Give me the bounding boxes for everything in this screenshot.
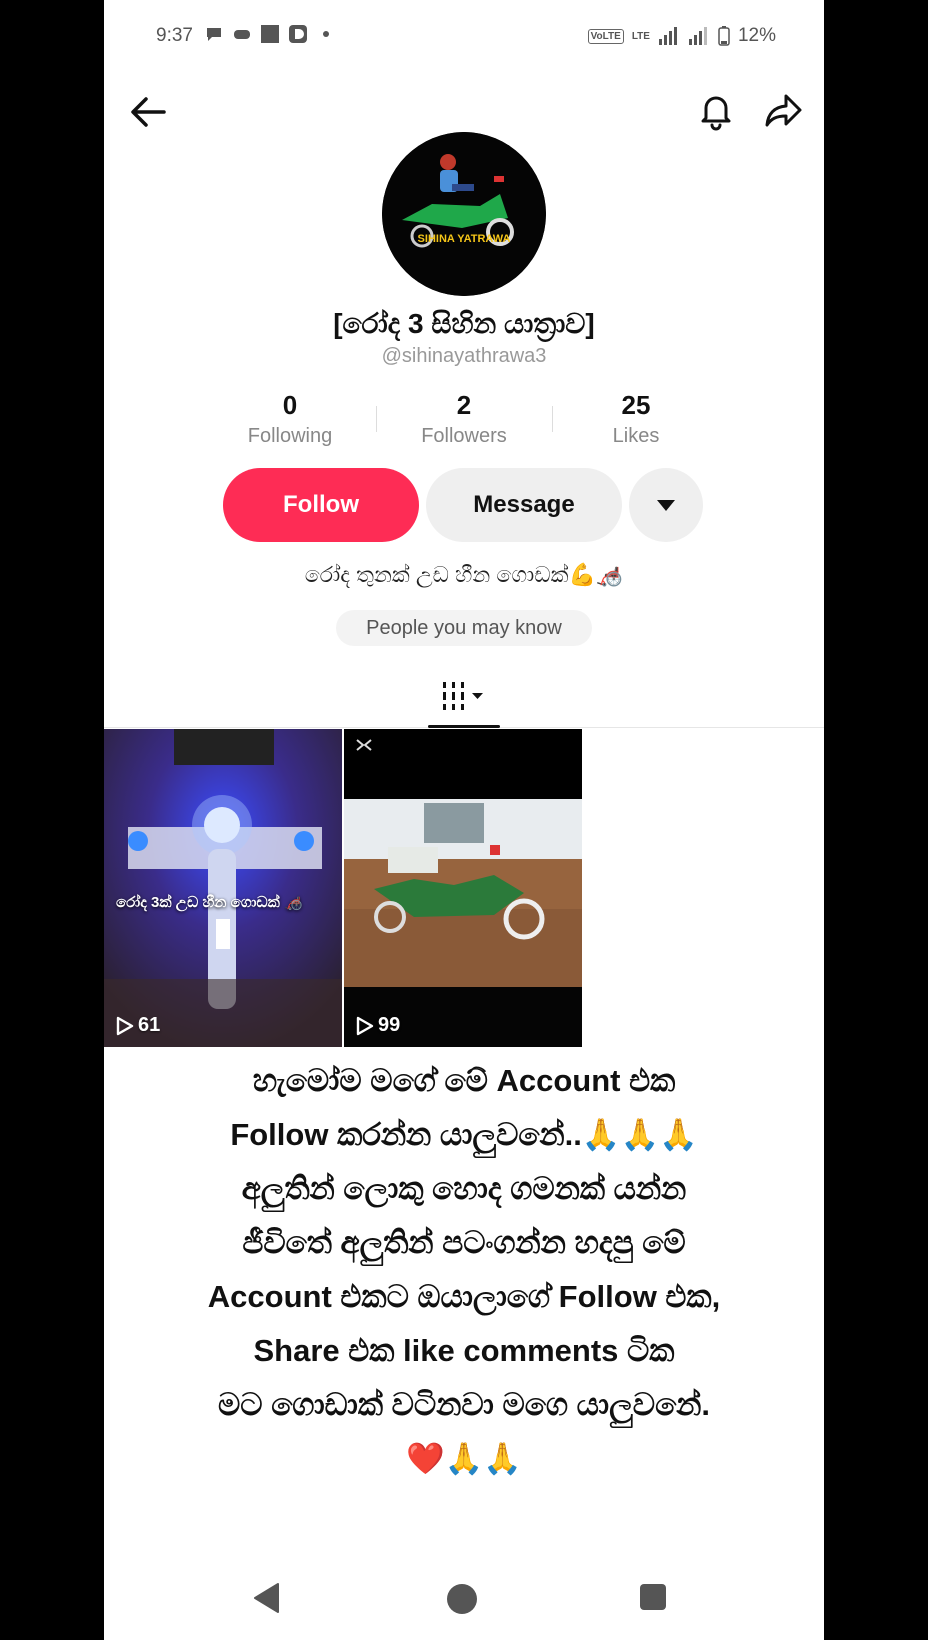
square-icon [261, 25, 279, 43]
promo-line: හැමෝම මගේ මේ Account එක [252, 1063, 676, 1098]
arrow-left-icon [131, 97, 166, 127]
status-notification-icons [204, 24, 336, 44]
video-view-count: 99 [356, 1014, 400, 1037]
stat-likes-label: Likes [612, 425, 660, 447]
notifications-button[interactable] [694, 88, 738, 132]
stat-following-value: 0 [282, 390, 298, 420]
promo-text: හැමෝම මගේ මේ Account එක Follow කරන්න යාල… [104, 1054, 824, 1486]
tab-active-indicator [428, 725, 500, 728]
people-you-may-know-chip[interactable]: People you may know [336, 610, 592, 646]
volte-badge: VoLTE [587, 28, 624, 44]
video-grid: රෝද 3ක් උඩ හීන ගොඩක් 🦽 61 99 [104, 729, 824, 1047]
gamepad-icon [234, 30, 250, 39]
signal-icon [658, 27, 677, 45]
promo-line: ජීවිතේ අලුතින් පටංගන්න හදපු මේ [242, 1225, 686, 1260]
suggested-accounts-button[interactable] [629, 468, 703, 542]
promo-line: මට ගොඩාක් වටිනවා මගෙ යාලුවනේ. [218, 1387, 710, 1422]
promo-line: Share එක like comments ටික [253, 1333, 675, 1368]
d-app-icon [289, 25, 307, 43]
avatar[interactable]: SIHINA YATRAWA [382, 132, 546, 296]
status-bar: 9:37 VoLTE LTE 12% [104, 0, 824, 72]
video-thumbnail [104, 729, 342, 1047]
stat-divider [552, 406, 553, 432]
status-time: 9:37 [156, 25, 193, 46]
dot-icon [323, 31, 329, 37]
follow-button[interactable]: Follow [223, 468, 419, 542]
tab-videos[interactable] [428, 676, 500, 716]
content-tab-bar [104, 662, 824, 728]
video-tile[interactable]: 99 [344, 729, 582, 1047]
play-outline-icon [356, 1016, 374, 1035]
display-name: [රෝද 3 සිහින යාත්‍රාව] [333, 308, 595, 339]
capcut-icon [356, 739, 372, 754]
promo-line: Follow කරන්න යාලුවනේ..🙏🙏🙏 [230, 1117, 698, 1152]
stat-followers-label: Followers [421, 425, 507, 447]
battery-icon [718, 26, 730, 46]
avatar-image: SIHINA YATRAWA [382, 132, 546, 296]
system-recents-button[interactable] [640, 1584, 666, 1610]
status-system-icons: VoLTE LTE 12% [587, 25, 776, 47]
share-arrow-icon [765, 94, 802, 127]
lte-label: LTE [631, 30, 650, 42]
video-views: 61 [138, 1014, 161, 1036]
bell-icon [701, 96, 731, 131]
caret-down-icon [657, 500, 675, 511]
system-navigation-bar [104, 1560, 824, 1640]
promo-line: ❤️🙏🙏 [406, 1441, 522, 1476]
promo-line: අලුතින් ලොකු හොද ගමනක් යන්න [241, 1171, 687, 1206]
screen: 9:37 VoLTE LTE 12% SIHINA YATRAWA [රෝද 3… [104, 0, 824, 1640]
video-view-count: 61 [116, 1014, 160, 1037]
message-button[interactable]: Message [426, 468, 622, 542]
username: @sihinayathrawa3 [381, 345, 547, 367]
stat-followers-value: 2 [456, 390, 472, 420]
video-grid-icon [443, 682, 483, 710]
triangle-back-icon [254, 1583, 279, 1613]
bio: රෝද තුනක් උඩ හීන ගොඩක්💪🦽 [304, 562, 624, 587]
stat-divider [376, 406, 377, 432]
profile-top-bar [104, 86, 824, 136]
stat-followers[interactable]: 2 Followers [394, 390, 534, 448]
stat-likes-value: 25 [621, 390, 651, 420]
video-tile[interactable]: රෝද 3ක් උඩ හීන ගොඩක් 🦽 61 [104, 729, 342, 1047]
video-thumbnail [344, 729, 582, 1047]
video-views: 99 [378, 1014, 401, 1036]
stat-following[interactable]: 0 Following [220, 390, 360, 448]
back-button[interactable] [126, 90, 170, 134]
battery-percent: 12% [737, 25, 776, 46]
video-caption: රෝද 3ක් උඩ හීන ගොඩක් 🦽 [116, 894, 303, 911]
stat-following-label: Following [247, 425, 333, 447]
avatar-logo-text: SIHINA YATRAWA [418, 233, 511, 245]
stat-likes[interactable]: 25 Likes [566, 390, 706, 448]
profile-stats: 0 Following 2 Followers 25 Likes [220, 390, 708, 450]
play-outline-icon [116, 1016, 134, 1035]
share-button[interactable] [762, 88, 806, 132]
system-home-button[interactable] [447, 1584, 477, 1614]
promo-line: Account එකට ඔයාලාගේ Follow එක, [207, 1279, 721, 1314]
system-back-button[interactable] [252, 1582, 282, 1619]
chat-bubble-icon [207, 28, 221, 41]
signal-2-icon [688, 27, 707, 45]
